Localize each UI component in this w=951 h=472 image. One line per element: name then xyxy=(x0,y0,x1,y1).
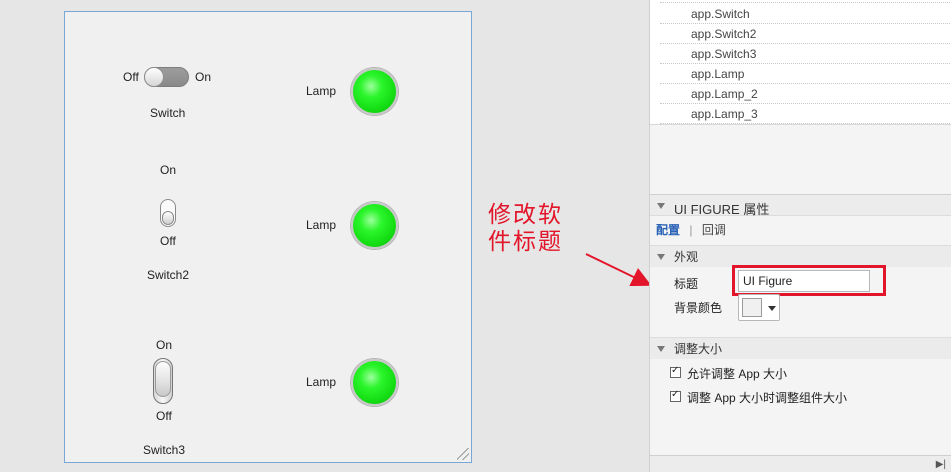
section-appearance-header[interactable]: 外观 xyxy=(650,245,951,267)
tree-item-lamp[interactable]: app.Lamp xyxy=(660,64,951,84)
bgcolor-label: 背景颜色 xyxy=(674,301,723,315)
tree-row-cutoff xyxy=(660,0,951,3)
collapse-caret-icon[interactable] xyxy=(657,346,665,352)
tab-config[interactable]: 配置 xyxy=(656,223,680,237)
allow-resize-label: 允许调整 App 大小 xyxy=(687,367,788,381)
highlight-box xyxy=(732,265,886,296)
play-end-icon[interactable]: ▶| xyxy=(936,459,946,470)
chevron-down-icon xyxy=(768,306,776,311)
switch-off-label: Off xyxy=(123,70,139,84)
ui-figure-canvas: Off On Switch Lamp On Off Switch2 Lamp O… xyxy=(64,11,472,463)
bgcolor-picker[interactable] xyxy=(738,294,780,321)
tree-item-switch2[interactable]: app.Switch2 xyxy=(660,24,951,44)
tab-callbacks[interactable]: 回调 xyxy=(702,223,726,237)
tree-item-lamp-2[interactable]: app.Lamp_2 xyxy=(660,84,951,104)
switch2-name-label: Switch2 xyxy=(147,268,190,282)
title-field-label: 标题 xyxy=(674,277,699,291)
switch-name-label: Switch xyxy=(150,106,186,120)
annotation-line-2: 件标题 xyxy=(488,229,563,255)
collapse-caret-icon[interactable] xyxy=(657,203,665,209)
slider-switch-knob[interactable] xyxy=(144,67,164,87)
tree-item-lamp-3[interactable]: app.Lamp_3 xyxy=(660,104,951,124)
right-panel: app.Switch app.Switch2 app.Switch3 app.L… xyxy=(649,0,951,472)
inspector-title: UI FIGURE 属性 xyxy=(674,202,770,217)
switch2-on-label: On xyxy=(160,163,177,177)
switch-on-label: On xyxy=(195,70,212,84)
lamp2-indicator[interactable] xyxy=(351,202,398,249)
annotation-line-1: 修改软 xyxy=(488,202,563,228)
switch2-off-label: Off xyxy=(160,234,176,248)
tab-separator: | xyxy=(689,223,693,237)
switch3-name-label: Switch3 xyxy=(143,443,186,457)
allow-resize-checkbox[interactable] xyxy=(670,365,681,378)
switch3-on-label: On xyxy=(156,338,173,352)
annotation-arrow-icon xyxy=(585,253,652,287)
resize-children-label: 调整 App 大小时调整组件大小 xyxy=(687,391,848,405)
rocker-switch3[interactable] xyxy=(153,358,173,404)
lamp3-indicator[interactable] xyxy=(351,359,398,406)
inspector-tabs: 配置 | 回调 xyxy=(656,221,726,238)
lamp2-label: Lamp xyxy=(306,218,337,232)
lamp-indicator[interactable] xyxy=(351,68,398,115)
rocker-switch3-handle xyxy=(155,361,171,397)
switch3-off-label: Off xyxy=(156,409,172,423)
panel-footer: ▶| xyxy=(650,455,951,472)
section-resize-header[interactable]: 调整大小 xyxy=(650,337,951,359)
bgcolor-swatch xyxy=(742,298,762,317)
section-resize-label: 调整大小 xyxy=(674,342,723,356)
lamp-label: Lamp xyxy=(306,84,337,98)
collapse-caret-icon[interactable] xyxy=(657,254,665,260)
tree-item-switch[interactable]: app.Switch xyxy=(660,4,951,24)
component-browser: app.Switch app.Switch2 app.Switch3 app.L… xyxy=(650,0,951,125)
inspector-header[interactable]: UI FIGURE 属性 xyxy=(650,194,951,217)
toggle-switch2[interactable] xyxy=(160,199,176,227)
resize-grip-icon[interactable] xyxy=(457,448,469,460)
section-appearance-label: 外观 xyxy=(674,250,699,264)
slider-switch[interactable] xyxy=(144,67,189,87)
toggle-switch2-knob xyxy=(162,211,174,225)
lamp3-label: Lamp xyxy=(306,375,337,389)
resize-children-checkbox[interactable] xyxy=(670,389,681,402)
tree-item-switch3[interactable]: app.Switch3 xyxy=(660,44,951,64)
annotation-text: 修改软 件标题 xyxy=(488,202,588,256)
